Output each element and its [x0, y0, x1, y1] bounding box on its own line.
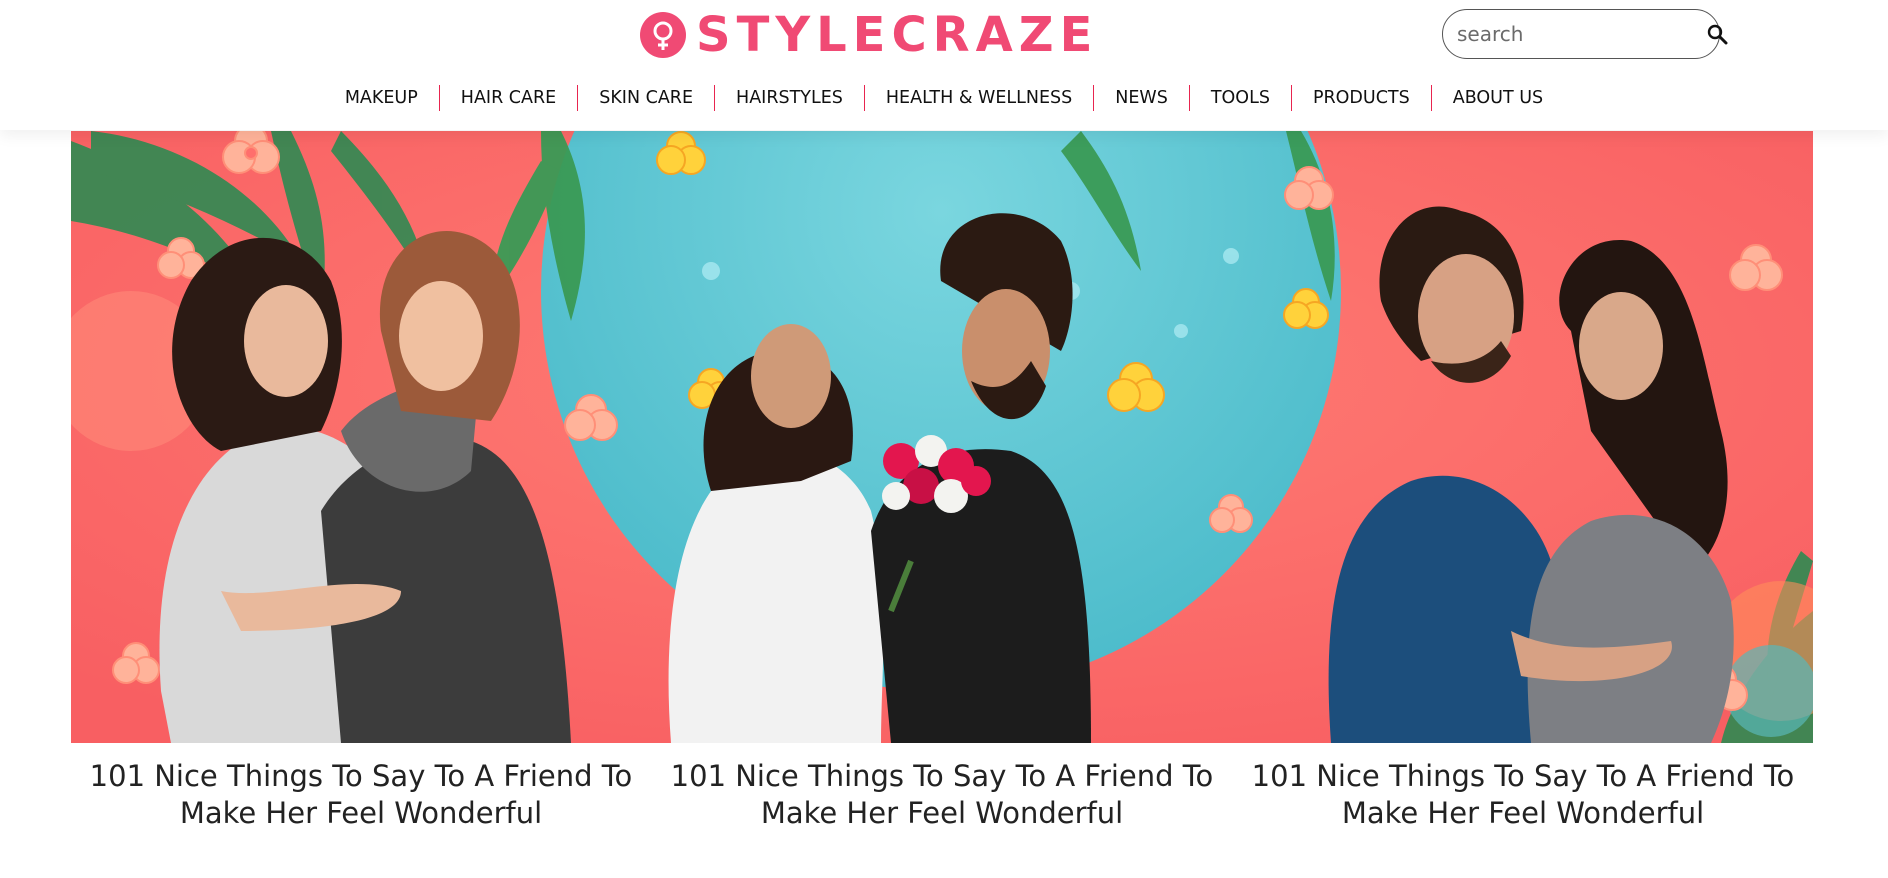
nav-item-skin-care[interactable]: SKIN CARE — [578, 85, 714, 111]
logo-icon — [640, 12, 686, 58]
article-title[interactable]: 101 Nice Things To Say To A Friend To Ma… — [652, 758, 1232, 832]
nav-item-hairstyles[interactable]: HAIRSTYLES — [715, 85, 864, 111]
nav-item-health-wellness[interactable]: HEALTH & WELLNESS — [865, 85, 1093, 111]
nav-item-tools[interactable]: TOOLS — [1190, 85, 1291, 111]
nav-item-products[interactable]: PRODUCTS — [1292, 85, 1431, 111]
search-icon — [1707, 24, 1728, 45]
site-logo[interactable]: STYLECRAZE — [640, 10, 1098, 60]
nav-item-hair-care[interactable]: HAIR CARE — [440, 85, 577, 111]
nav-item-news[interactable]: NEWS — [1094, 85, 1189, 111]
nav-item-makeup[interactable]: MAKEUP — [324, 85, 439, 111]
article-title[interactable]: 101 Nice Things To Say To A Friend To Ma… — [1233, 758, 1813, 832]
main-nav: MAKEUP HAIR CARE SKIN CARE HAIRSTYLES HE… — [0, 84, 1888, 112]
hero-illustration — [71, 131, 1813, 743]
site-header: STYLECRAZE MAKEUP HAIR CARE SKIN CARE HA… — [0, 0, 1888, 130]
article-captions: 101 Nice Things To Say To A Friend To Ma… — [71, 758, 1813, 832]
search-input[interactable] — [1457, 22, 1706, 46]
logo-wordmark: STYLECRAZE — [696, 7, 1099, 63]
hero-banner[interactable] — [71, 131, 1813, 743]
article-title[interactable]: 101 Nice Things To Say To A Friend To Ma… — [71, 758, 651, 832]
search-button[interactable] — [1706, 21, 1728, 47]
search-box — [1442, 9, 1728, 59]
nav-item-about-us[interactable]: ABOUT US — [1432, 85, 1564, 111]
